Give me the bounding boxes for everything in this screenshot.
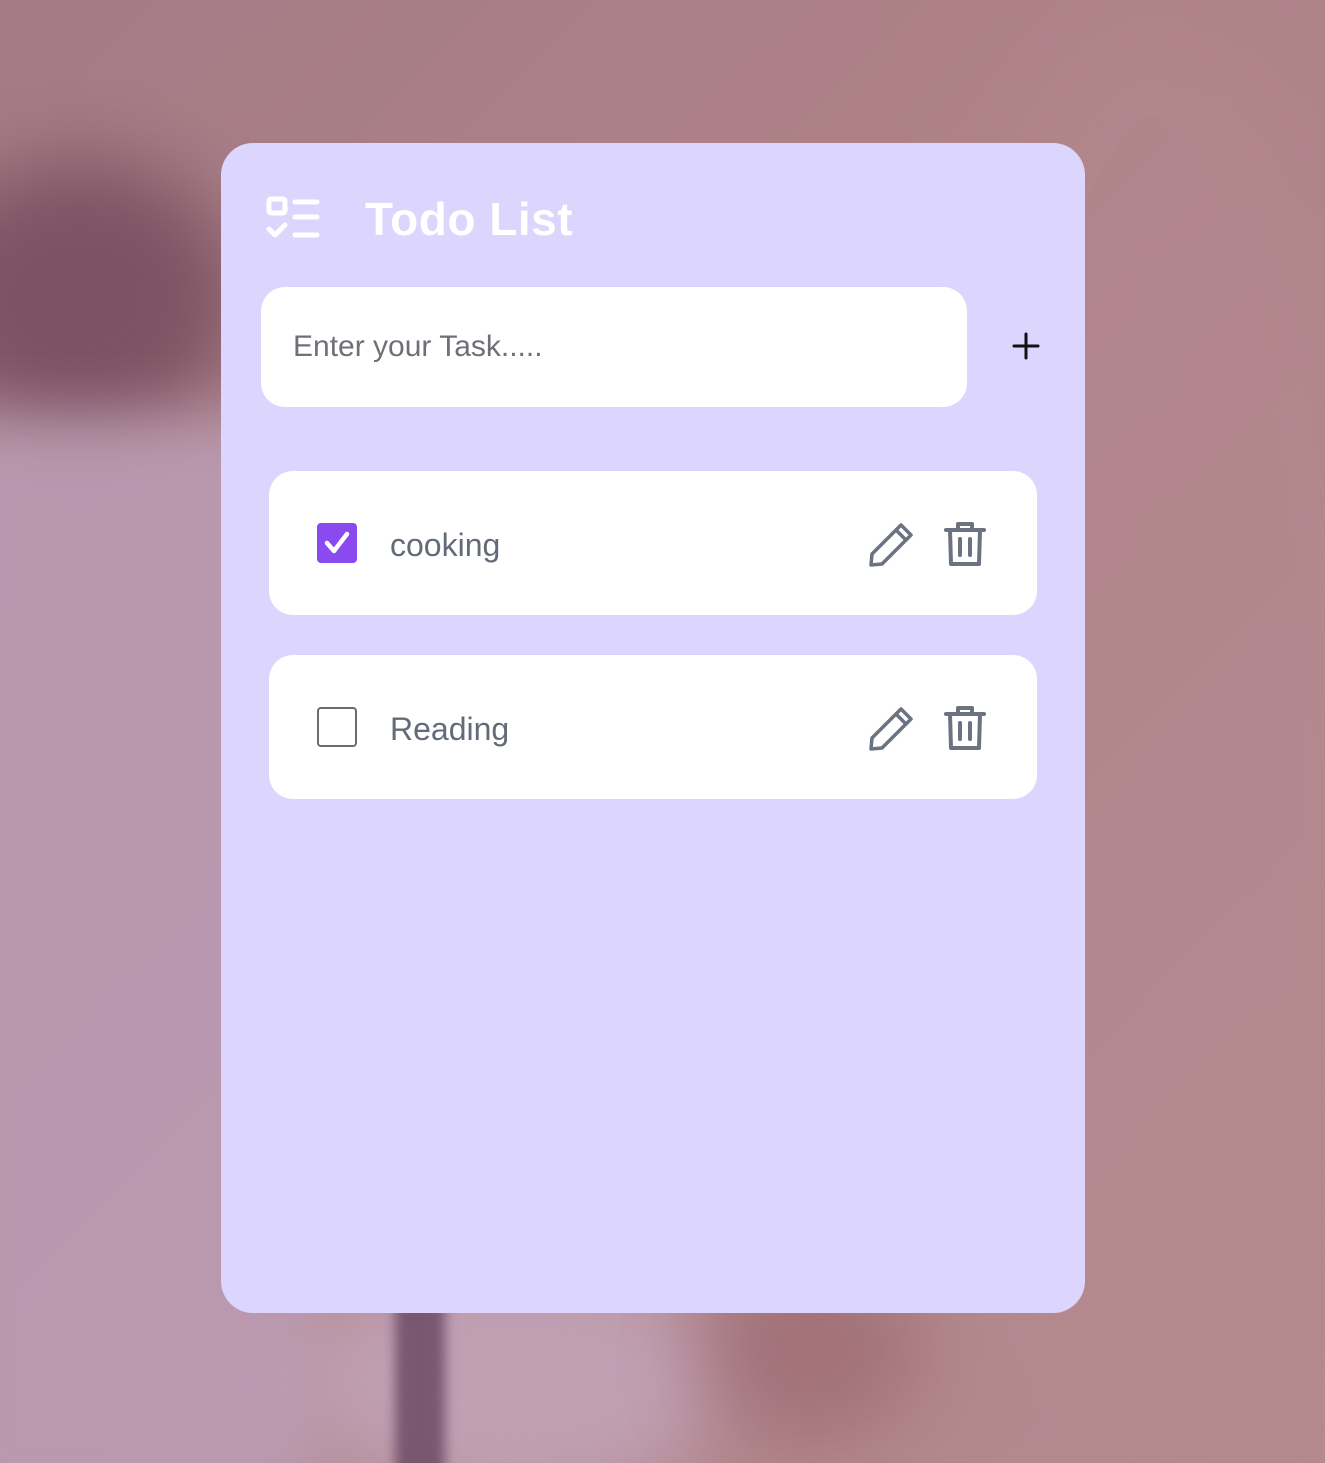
todo-text: Reading — [390, 711, 510, 747]
pencil-icon — [869, 523, 913, 567]
todo-item: cooking — [269, 471, 1037, 615]
edit-todo-button[interactable] — [867, 519, 917, 569]
delete-todo-button[interactable] — [940, 519, 990, 569]
add-task-button[interactable] — [1001, 319, 1051, 375]
trash-icon — [944, 706, 986, 750]
plus-icon — [1011, 332, 1041, 364]
todo-item: Reading — [269, 655, 1037, 799]
todo-checkbox[interactable] — [317, 707, 357, 747]
delete-todo-button[interactable] — [940, 703, 990, 753]
header: Todo List — [265, 191, 573, 247]
todo-checkbox[interactable] — [317, 523, 357, 563]
task-input[interactable] — [261, 287, 967, 407]
page-title: Todo List — [365, 193, 574, 245]
todo-text: cooking — [390, 527, 501, 563]
edit-todo-button[interactable] — [867, 703, 917, 753]
checkmark-icon — [324, 531, 350, 554]
task-input-row — [261, 287, 1047, 407]
todo-card: Todo List cooking — [221, 143, 1085, 1313]
trash-icon — [944, 522, 986, 566]
checklist-icon — [265, 195, 321, 243]
todo-list: cooking Reading — [269, 471, 1037, 839]
pencil-icon — [869, 707, 913, 751]
